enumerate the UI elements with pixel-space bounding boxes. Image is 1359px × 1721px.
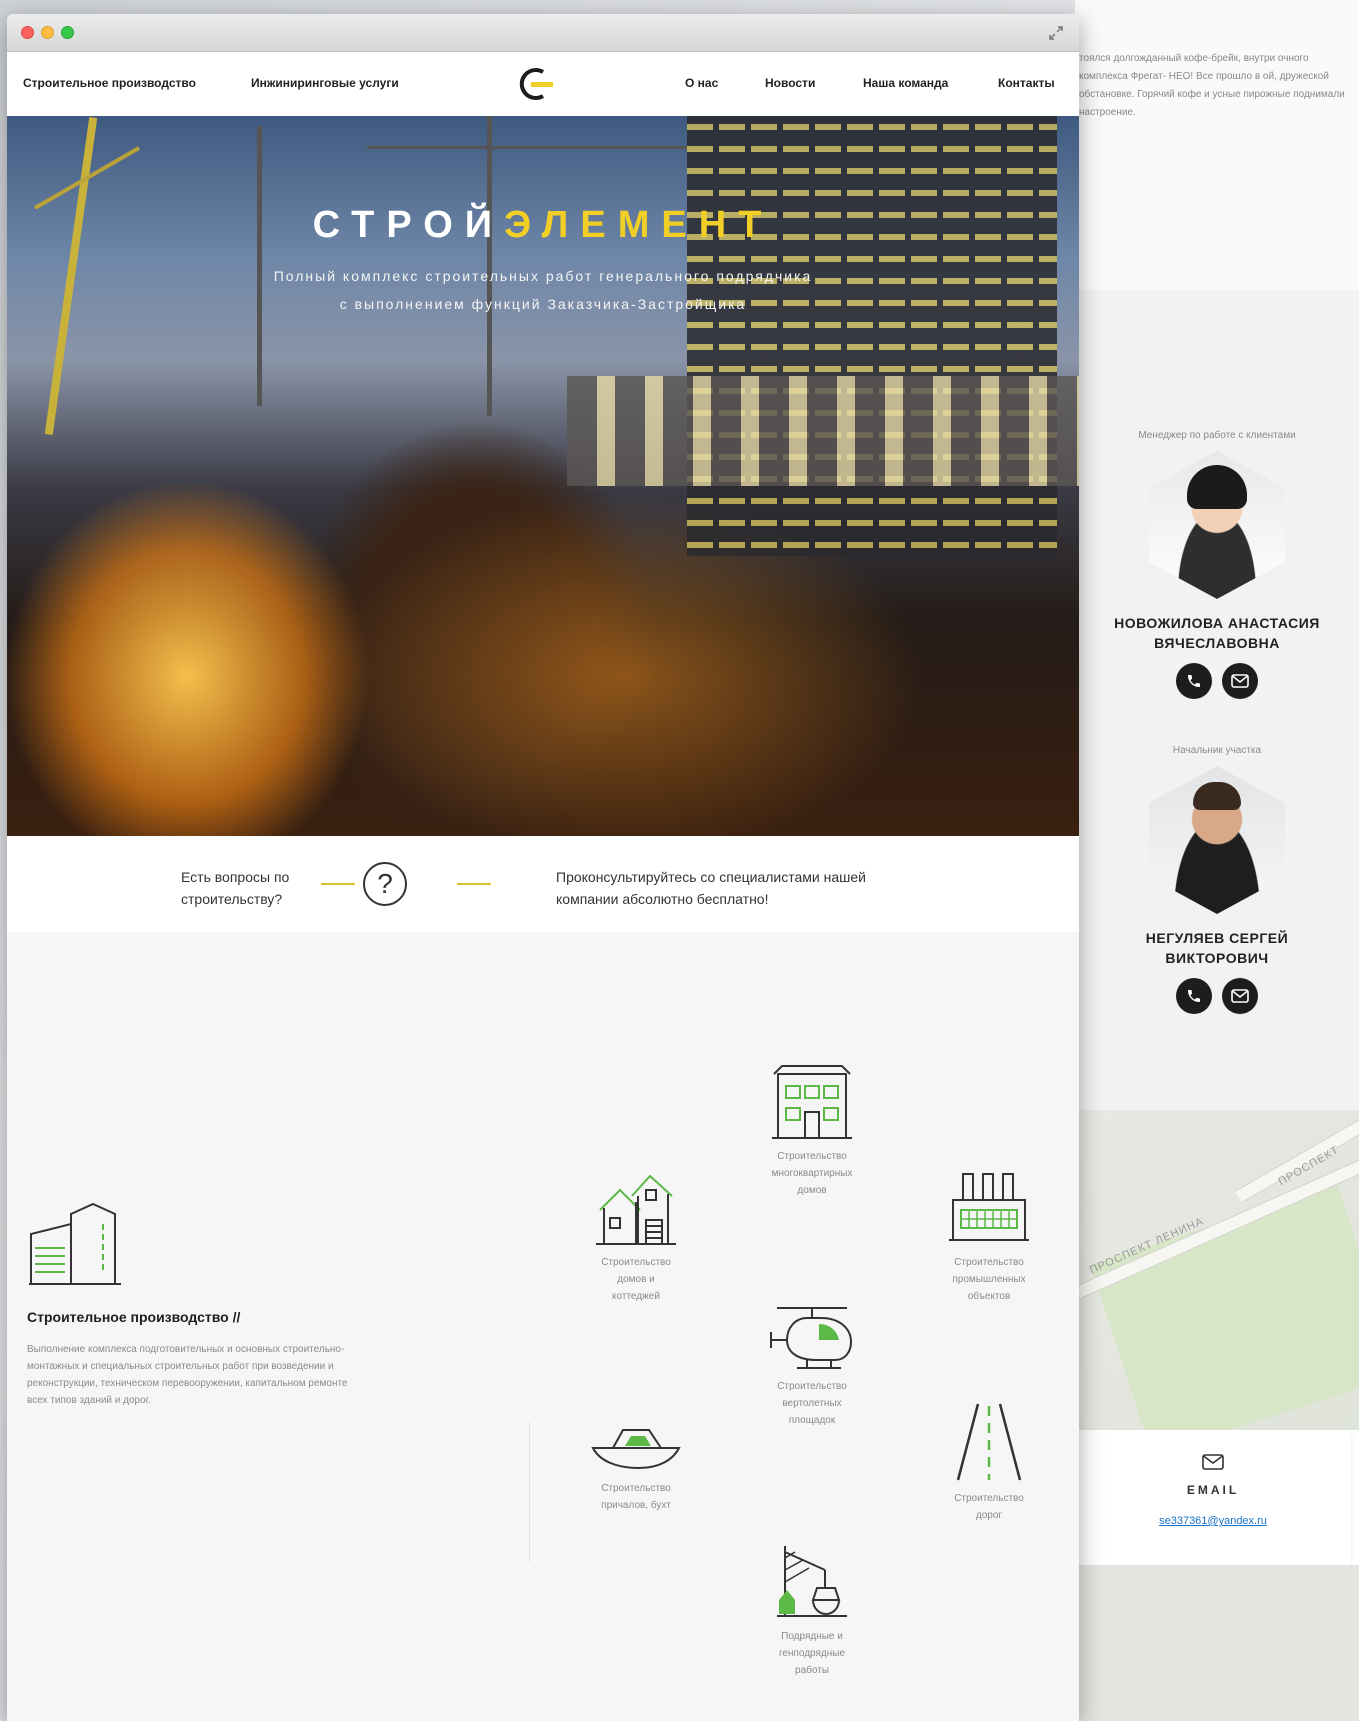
service-roads[interactable]: Строительство дорог: [924, 1402, 1054, 1524]
nav-item-about[interactable]: О нас: [685, 76, 718, 90]
mail-button[interactable]: [1222, 978, 1258, 1014]
expand-icon[interactable]: [1047, 24, 1065, 42]
nav-item-team[interactable]: Наша команда: [863, 76, 948, 90]
hero-subtitle: Полный комплекс строительных работ генер…: [273, 268, 813, 312]
mail-icon: [1231, 989, 1249, 1003]
phone-button[interactable]: [1176, 978, 1212, 1014]
services-description: Выполнение комплекса подготовительных и …: [27, 1344, 348, 1406]
member-name: НОВОЖИЛОВА АНАСТАСИЯ ВЯЧЕСЛАВОВНА: [1114, 615, 1320, 651]
crane-icon: [777, 1546, 847, 1617]
services-section: Строительное производство // Выполнение …: [7, 932, 1079, 1721]
phone-icon: [1188, 675, 1200, 687]
email-label: EMAIL: [1186, 1483, 1240, 1497]
hero-crane-arm: [367, 146, 687, 149]
services-heading: Строительное производство //: [27, 1309, 241, 1325]
consult-answer: Проконсультируйтесь со специалистами наш…: [556, 869, 866, 907]
factory-icon: [949, 1173, 1029, 1241]
service-contracting[interactable]: Подрядные и генподрядные работы: [747, 1544, 877, 1679]
boat-icon: [591, 1429, 681, 1470]
apartment-building-icon: [772, 1065, 852, 1139]
email-link[interactable]: se337361@yandex.ru: [1075, 1515, 1351, 1527]
member-role: Начальник участка: [1172, 745, 1262, 756]
hero-building: [687, 116, 1057, 556]
road-icon: [956, 1403, 1022, 1481]
service-label: Строительство домов и коттеджей: [601, 1257, 671, 1302]
building-icon: [29, 1202, 121, 1285]
divider-line: [457, 883, 491, 885]
service-label: Строительство многоквартирных домов: [771, 1151, 853, 1196]
hero-title: СТРОЙЭЛЕМЕНТ: [312, 204, 774, 246]
service-label: Подрядные и генподрядные работы: [778, 1631, 846, 1676]
mail-icon: [1202, 1454, 1224, 1470]
map[interactable]: ПРОСПЕКТ ЛЕНИНА ПРОСПЕКТ: [1075, 1110, 1359, 1430]
consult-bar: Есть вопросы по строительству? ? Проконс…: [7, 836, 1079, 932]
nav-item-contacts[interactable]: Контакты: [998, 76, 1055, 90]
mail-button[interactable]: [1222, 663, 1258, 699]
service-cottages[interactable]: Строительство домов и коттеджей: [571, 1170, 701, 1305]
minimize-window-button[interactable]: [41, 26, 54, 39]
service-label: Строительство причалов, бухт: [601, 1483, 671, 1511]
service-label: Строительство промышленных объектов: [952, 1257, 1026, 1302]
service-label: Строительство дорог: [954, 1493, 1024, 1521]
hero-banner: СТРОЙЭЛЕМЕНТ Полный комплекс строительны…: [7, 116, 1079, 836]
browser-window: Строительное производство Инжиниринговые…: [7, 14, 1079, 1721]
member-role: Менеджер по работе с клиентами: [1138, 430, 1296, 441]
main-nav: Строительное производство Инжиниринговые…: [7, 52, 1079, 116]
map-bottom: [1075, 1565, 1359, 1721]
service-industrial[interactable]: Строительство промышленных объектов: [924, 1170, 1054, 1305]
member-name: НЕГУЛЯЕВ СЕРГЕЙ ВИКТОРОВИЧ: [1145, 930, 1289, 966]
news-section: тоялся долгожданный кофе-брейк, внутри о…: [1075, 0, 1359, 290]
question-icon[interactable]: ?: [363, 862, 407, 906]
title-bar: [7, 14, 1079, 52]
phone-button[interactable]: [1176, 663, 1212, 699]
email-card: EMAIL se337361@yandex.ru: [1075, 1430, 1351, 1565]
cottage-icon: [596, 1174, 676, 1245]
zoom-window-button[interactable]: [61, 26, 74, 39]
team-member-1: Менеджер по работе с клиентами НОВОЖИЛОВ…: [1075, 430, 1359, 699]
nav-item-engineering[interactable]: Инжиниринговые услуги: [251, 76, 399, 90]
service-piers[interactable]: Строительство причалов, бухт: [571, 1422, 701, 1514]
hero-low-building: [567, 376, 1079, 486]
team-member-2: Начальник участка НЕГУЛЯЕВ СЕРГЕЙ ВИКТОР…: [1075, 745, 1359, 1014]
avatar: [1149, 451, 1285, 599]
nav-item-construction[interactable]: Строительное производство: [23, 76, 196, 90]
divider-line: [321, 883, 355, 885]
service-helipads[interactable]: Строительство вертолетных площадок: [747, 1304, 877, 1429]
avatar: [1149, 766, 1285, 914]
consult-question: Есть вопросы по строительству?: [181, 869, 290, 907]
service-label: Строительство вертолетных площадок: [777, 1381, 847, 1426]
news-text: тоялся долгожданный кофе-брейк, внутри о…: [1079, 53, 1345, 118]
team-section: Менеджер по работе с клиентами НОВОЖИЛОВ…: [1075, 290, 1359, 1110]
background-page: тоялся долгожданный кофе-брейк, внутри о…: [1075, 0, 1359, 1721]
mail-icon: [1231, 674, 1249, 688]
logo-icon[interactable]: [515, 64, 559, 104]
helicopter-icon: [770, 1307, 853, 1369]
services-intro: Строительное производство // Выполнение …: [27, 1192, 357, 1409]
divider: [529, 1422, 530, 1562]
close-window-button[interactable]: [21, 26, 34, 39]
service-apartments[interactable]: Строительство многоквартирных домов: [747, 1064, 877, 1199]
nav-item-news[interactable]: Новости: [765, 76, 815, 90]
phone-icon: [1188, 990, 1200, 1002]
